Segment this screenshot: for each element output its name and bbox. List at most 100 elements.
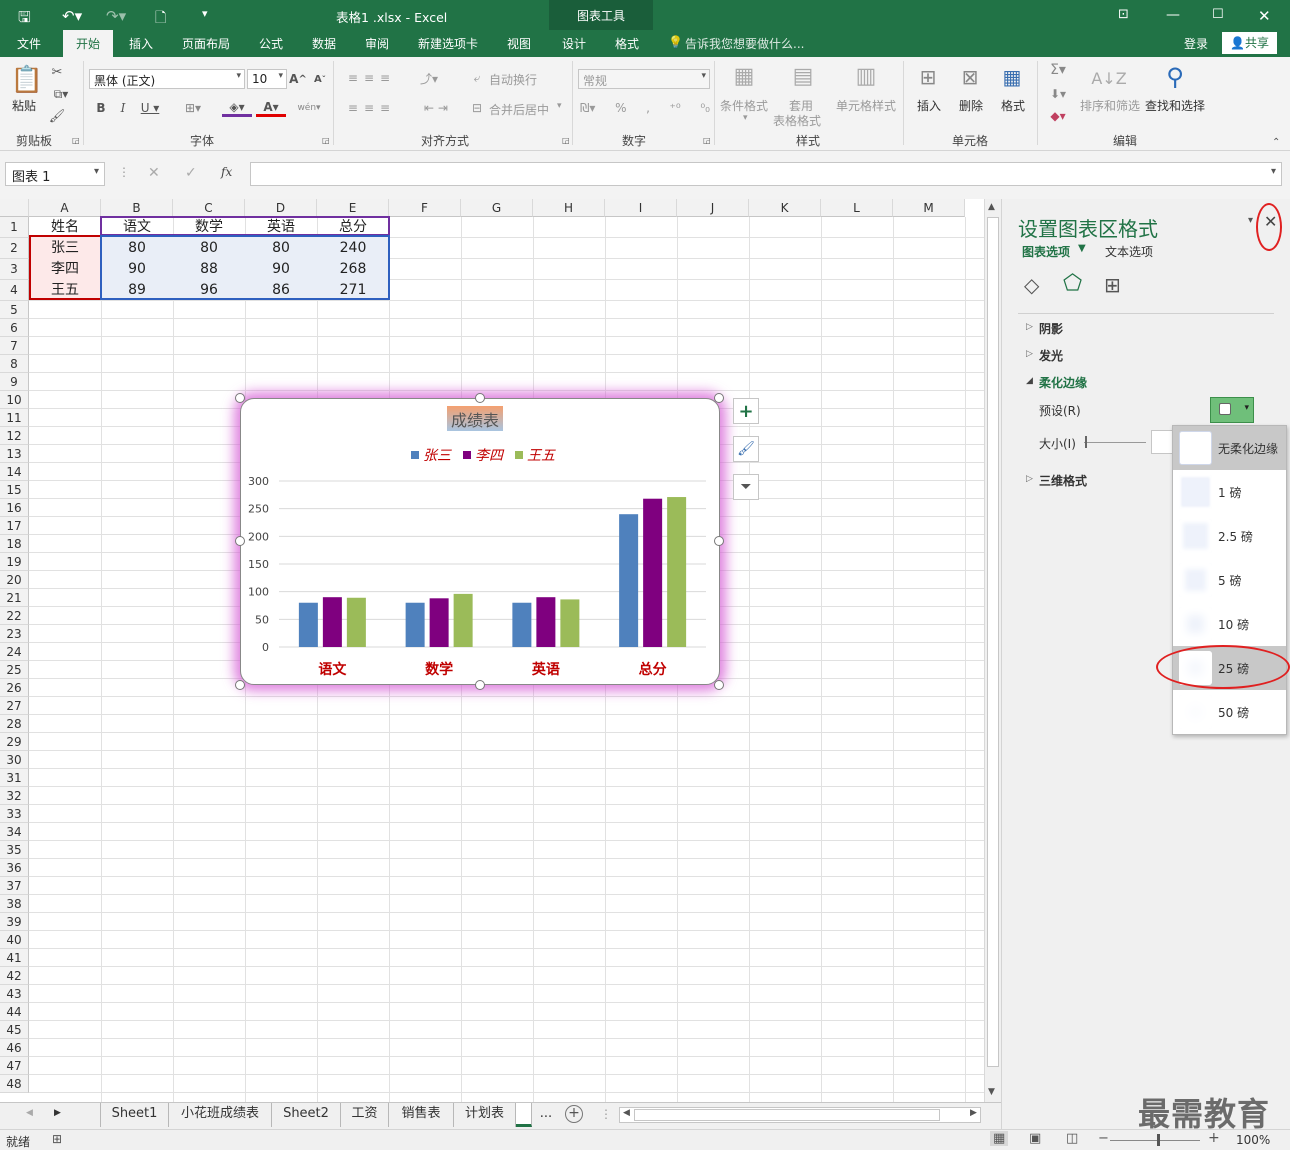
table-cell[interactable]: 90 <box>245 259 317 280</box>
bar[interactable] <box>346 597 366 647</box>
resize-handle[interactable] <box>235 536 245 546</box>
next-sheet-icon[interactable]: ▶ <box>54 1108 61 1118</box>
column-header[interactable]: J <box>677 199 749 217</box>
column-header[interactable]: G <box>461 199 533 217</box>
format-cells-button[interactable]: 格式 <box>1001 97 1025 114</box>
expand-icon[interactable]: ▷ <box>1026 474 1033 484</box>
row-header[interactable]: 14 <box>0 463 29 481</box>
cut-icon[interactable]: ✂ <box>48 63 66 81</box>
row-header[interactable]: 15 <box>0 481 29 499</box>
font-color-icon[interactable]: A▾ <box>256 99 286 117</box>
wrap-text-button[interactable]: 自动换行 <box>489 71 537 88</box>
row-header[interactable]: 7 <box>0 337 29 355</box>
select-all-corner[interactable] <box>0 199 29 217</box>
row-header[interactable]: 25 <box>0 661 29 679</box>
row-header[interactable]: 19 <box>0 553 29 571</box>
expand-icon[interactable]: ▷ <box>1026 322 1033 332</box>
preset-button[interactable]: ▾ <box>1210 397 1254 423</box>
zoom-level[interactable]: 100% <box>1236 1133 1270 1147</box>
tell-me-input[interactable]: 告诉我您想要做什么... <box>685 35 804 52</box>
name-box[interactable]: 图表 1 ▾ <box>5 162 105 186</box>
undo-icon[interactable]: ↶▾ <box>62 7 82 25</box>
grow-font-icon[interactable]: A ^ <box>289 69 307 89</box>
sheet-tab-sales[interactable]: 销售表 <box>389 1103 454 1127</box>
bar[interactable] <box>453 593 473 647</box>
bar[interactable] <box>512 602 532 647</box>
column-header[interactable]: B <box>101 199 173 217</box>
row-header[interactable]: 18 <box>0 535 29 553</box>
table-cell[interactable]: 271 <box>317 280 389 301</box>
row-header[interactable]: 40 <box>0 931 29 949</box>
bar[interactable] <box>667 497 687 647</box>
resize-handle[interactable] <box>235 680 245 690</box>
bar[interactable] <box>298 602 318 647</box>
number-format-select[interactable]: 常规 ▾ <box>578 69 710 89</box>
currency-icon[interactable]: ₪▾ <box>580 101 595 115</box>
insert-function-icon[interactable]: fx <box>221 165 232 179</box>
maximize-icon[interactable]: ☐ <box>1212 7 1224 22</box>
tab-chart-options[interactable]: 图表选项 <box>1022 243 1070 260</box>
bar[interactable] <box>560 599 580 647</box>
sheet-tab-active[interactable] <box>516 1103 532 1127</box>
wrap-text-icon[interactable]: ⤶ <box>470 69 484 87</box>
formula-input[interactable]: ▾ <box>250 162 1282 186</box>
plot-area[interactable]: 300 250 200 150 100 50 0 语文 数学 英语 总分 <box>241 399 719 684</box>
tab-split-grip[interactable]: ⋮ <box>600 1107 612 1121</box>
table-format-line2[interactable]: 表格格式 <box>773 112 821 129</box>
paste-label[interactable]: 粘贴 <box>12 97 36 114</box>
size-slider[interactable] <box>1084 442 1146 443</box>
row-header[interactable]: 21 <box>0 589 29 607</box>
sheet-tab-plan[interactable]: 计划表 <box>454 1103 516 1127</box>
table-cell[interactable]: 96 <box>173 280 245 301</box>
column-header[interactable]: H <box>533 199 605 217</box>
confirm-icon[interactable]: ✓ <box>185 165 197 181</box>
copy-icon[interactable]: ⧉▾ <box>48 85 74 103</box>
slider-thumb[interactable] <box>1085 436 1087 448</box>
scroll-down-icon[interactable]: ▼ <box>988 1087 995 1097</box>
shrink-font-icon[interactable]: Aˇ <box>313 69 327 89</box>
merge-center-button[interactable]: 合并后居中 <box>489 101 549 118</box>
preset-10pt[interactable]: 10 磅 <box>1173 602 1286 646</box>
underline-icon[interactable]: U ▾ <box>138 99 162 117</box>
row-header[interactable]: 37 <box>0 877 29 895</box>
section-glow[interactable]: 发光 <box>1039 347 1063 364</box>
page-break-view-icon[interactable]: ◫ <box>1066 1131 1078 1146</box>
format-cells-icon[interactable]: ▦ <box>998 63 1026 91</box>
zoom-slider[interactable] <box>1110 1140 1200 1141</box>
fill-color-icon[interactable]: ◈▾ <box>222 99 252 117</box>
tab-review[interactable]: 审阅 <box>365 35 389 52</box>
indent-icon[interactable]: ⇤ ⇥ <box>414 99 458 117</box>
row-header[interactable]: 22 <box>0 607 29 625</box>
zoom-out-icon[interactable]: − <box>1098 1131 1109 1146</box>
column-header[interactable]: D <box>245 199 317 217</box>
row-header[interactable]: 24 <box>0 643 29 661</box>
row-header[interactable]: 36 <box>0 859 29 877</box>
delete-cells-icon[interactable]: ⊠ <box>956 63 984 91</box>
cancel-icon[interactable]: ✕ <box>148 165 160 181</box>
table-cell[interactable]: 240 <box>317 238 389 259</box>
dialog-launcher-icon[interactable]: ◲ <box>703 136 711 145</box>
horizontal-align-icon[interactable]: ≡≡≡ <box>342 99 402 117</box>
resize-handle[interactable] <box>714 393 724 403</box>
scroll-right-icon[interactable]: ▶ <box>970 1108 977 1118</box>
row-header[interactable]: 47 <box>0 1057 29 1075</box>
tab-insert[interactable]: 插入 <box>129 35 153 52</box>
redo-icon[interactable]: ↷▾ <box>106 7 126 25</box>
row-header[interactable]: 16 <box>0 499 29 517</box>
pane-options-icon[interactable]: ▾ <box>1248 215 1253 226</box>
row-header[interactable]: 10 <box>0 391 29 409</box>
horizontal-scrollbar[interactable]: ◀ ▶ <box>619 1107 981 1123</box>
table-cell[interactable]: 总分 <box>317 217 389 238</box>
column-header[interactable]: L <box>821 199 893 217</box>
table-cell[interactable]: 姓名 <box>29 217 101 238</box>
table-cell[interactable]: 80 <box>173 238 245 259</box>
quick-access-more-icon[interactable]: ▾ <box>202 7 208 20</box>
scroll-up-icon[interactable]: ▲ <box>988 202 995 212</box>
row-header[interactable]: 44 <box>0 1003 29 1021</box>
table-cell[interactable]: 80 <box>245 238 317 259</box>
row-header[interactable]: 32 <box>0 787 29 805</box>
sort-filter-button[interactable]: 排序和筛选 <box>1080 97 1140 114</box>
table-format-icon[interactable]: ▤ <box>788 61 818 91</box>
scroll-thumb[interactable] <box>634 1109 940 1121</box>
chart-filters-button[interactable]: ⏷ <box>733 474 759 500</box>
